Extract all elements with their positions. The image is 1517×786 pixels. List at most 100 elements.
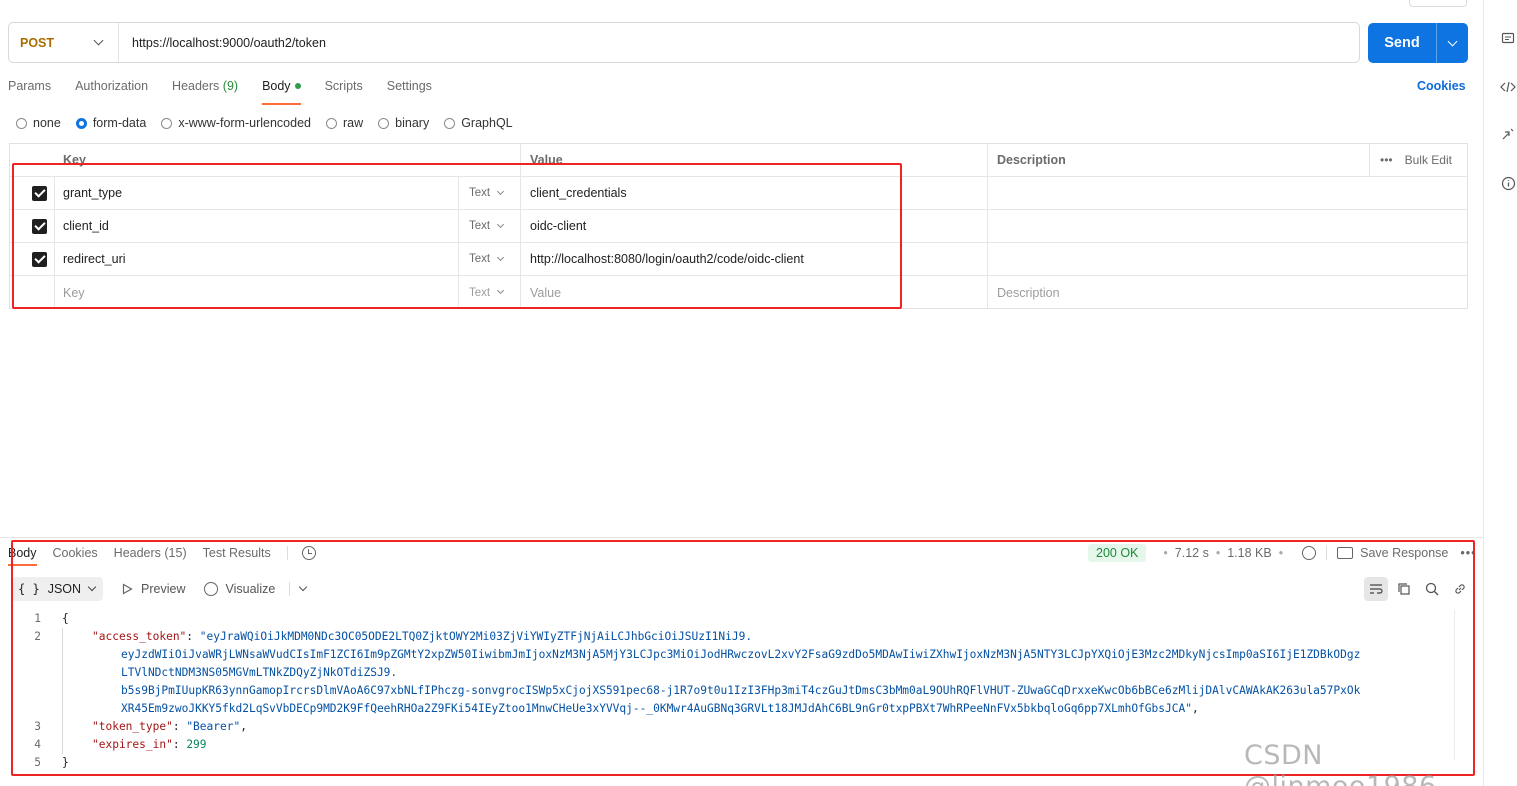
new-type-select[interactable]: Text (469, 276, 505, 309)
column-divider (987, 144, 988, 308)
preview-button[interactable]: Preview (121, 582, 186, 596)
tab-settings[interactable]: Settings (387, 79, 432, 97)
code-line: 5 } (12, 754, 1457, 772)
more-options-icon[interactable]: ••• (1380, 153, 1393, 167)
method-select[interactable]: POST (9, 23, 119, 62)
chevron-down-icon (497, 253, 505, 261)
row-value[interactable]: client_credentials (530, 177, 627, 209)
row-value[interactable]: oidc-client (530, 210, 586, 242)
comments-icon[interactable] (1497, 28, 1517, 50)
save-response-button[interactable]: Save Response (1360, 546, 1448, 560)
code-line-wrap: LTVlNDctNDM3NS05MGVmLTNkZDQyZjNkOTdiZSJ9… (12, 664, 1457, 682)
braces-icon: { } (18, 582, 40, 596)
response-json-viewer[interactable]: 1 { 2 "access_token": "eyJraWQiOiJkMDM0N… (12, 610, 1457, 772)
history-icon[interactable] (301, 546, 316, 560)
copy-icon[interactable] (1392, 577, 1416, 601)
code-line: 3 "token_type": "Bearer", (12, 718, 1457, 736)
tab-authorization[interactable]: Authorization (75, 79, 148, 97)
code-text: "token_type": "Bearer", (92, 720, 247, 733)
radio-binary[interactable]: binary (378, 116, 429, 130)
new-description-input[interactable]: Description (997, 276, 1060, 309)
row-type-select[interactable]: Text (469, 243, 505, 275)
code-text: "access_token": "eyJraWQiOiJkMDM0NDc3OC0… (92, 630, 753, 643)
new-key-input[interactable]: Key (63, 276, 85, 309)
response-toolbar (1360, 577, 1472, 601)
tab-scripts[interactable]: Scripts (325, 79, 363, 97)
table-row: grant_type Text client_credentials (10, 177, 1467, 210)
line-number: 2 (34, 630, 41, 643)
radio-label: binary (395, 116, 430, 130)
top-toolbar-button[interactable] (1409, 0, 1467, 7)
code-scrollbar[interactable] (1454, 610, 1468, 760)
row-value[interactable]: http://localhost:8080/login/oauth2/code/… (530, 243, 804, 275)
row-key[interactable]: redirect_uri (63, 243, 126, 275)
response-view-bar: { } JSON Preview Visualize (12, 577, 308, 601)
status-badge[interactable]: 200 OK (1088, 544, 1147, 562)
response-size[interactable]: 1.18 KB (1227, 546, 1271, 560)
bulk-edit-area: ••• Bulk Edit (1380, 144, 1452, 176)
info-icon[interactable] (1497, 172, 1517, 194)
chevron-down-icon (497, 286, 505, 295)
tab-headers[interactable]: Headers (9) (172, 79, 238, 97)
row-checkbox[interactable] (32, 210, 47, 242)
col-key-header: Key (63, 153, 86, 167)
new-value-input[interactable]: Value (530, 276, 561, 309)
tab-body[interactable]: Body (262, 79, 301, 105)
response-divider (0, 537, 1483, 538)
code-text: { (62, 612, 69, 625)
stats-separator (1326, 546, 1328, 560)
radio-none[interactable]: none (16, 116, 61, 130)
url-input[interactable]: https://localhost:9000/oauth2/token (119, 36, 326, 50)
radio-raw[interactable]: raw (326, 116, 363, 130)
related-icon[interactable] (1497, 123, 1517, 145)
chevron-down-icon[interactable] (299, 582, 308, 592)
radio-urlencoded[interactable]: x-www-form-urlencoded (161, 116, 311, 130)
save-icon (1337, 547, 1354, 559)
request-url-bar: POST https://localhost:9000/oauth2/token (8, 22, 1360, 63)
separator-dot: • (1215, 546, 1221, 560)
send-button[interactable]: Send (1368, 23, 1468, 63)
row-checkbox[interactable] (32, 243, 47, 275)
link-icon[interactable] (1448, 577, 1472, 601)
row-key[interactable]: client_id (63, 210, 109, 242)
row-type-select[interactable]: Text (469, 210, 505, 242)
line-number: 4 (34, 738, 41, 751)
response-tab-test-results[interactable]: Test Results (203, 546, 271, 560)
radio-form-data[interactable]: form-data (75, 116, 146, 130)
response-tab-cookies[interactable]: Cookies (53, 546, 98, 560)
response-tabs: Body Cookies Headers (15) Test Results (8, 546, 316, 566)
tab-params[interactable]: Params (8, 79, 51, 97)
radio-graphql[interactable]: GraphQL (444, 116, 513, 130)
format-select[interactable]: { } JSON (12, 577, 104, 601)
response-tab-body[interactable]: Body (8, 546, 37, 566)
watermark: CSDN @linmoo1986 (1244, 740, 1436, 786)
visualize-label: Visualize (225, 582, 276, 596)
bulk-edit-button[interactable]: Bulk Edit (1405, 153, 1452, 167)
wrap-lines-icon[interactable] (1364, 577, 1388, 601)
chevron-down-icon (93, 35, 104, 46)
visualize-button[interactable]: Visualize (203, 582, 308, 596)
row-key[interactable]: grant_type (63, 177, 122, 209)
response-tab-headers[interactable]: Headers (15) (114, 546, 187, 560)
code-icon[interactable] (1497, 76, 1517, 98)
code-text: } (62, 756, 69, 769)
code-line: 1 { (12, 610, 1457, 628)
row-checkbox[interactable] (32, 177, 47, 209)
json-string: "Bearer" (186, 720, 241, 733)
search-icon[interactable] (1420, 577, 1444, 601)
more-options-icon[interactable]: ••• (1460, 546, 1476, 560)
table-row: redirect_uri Text http://localhost:8080/… (10, 243, 1467, 276)
code-line-wrap: XR45Em9zwoJKKY5fkd2LqSvVbDECp9MD2K9FfQee… (12, 700, 1457, 718)
cookies-link[interactable]: Cookies (1417, 79, 1466, 93)
visualize-icon (203, 582, 218, 596)
row-type-select[interactable]: Text (469, 177, 505, 209)
send-options-button[interactable] (1436, 23, 1468, 63)
json-string: LTVlNDctNDM3NS05MGVmLTNkZDQyZjNkOTdiZSJ9… (121, 666, 398, 679)
table-header-row: Key Value Description ••• Bulk Edit (10, 144, 1467, 177)
radio-label: x-www-form-urlencoded (178, 116, 311, 130)
response-time[interactable]: 7.12 s (1175, 546, 1209, 560)
chevron-down-icon (1447, 36, 1458, 46)
code-text: "expires_in": 299 (92, 738, 207, 751)
json-string: "eyJraWQiOiJkMDM0NDc3OC05ODE2LTQ0ZjktOWY… (199, 630, 753, 643)
network-globe-icon[interactable] (1302, 546, 1317, 560)
